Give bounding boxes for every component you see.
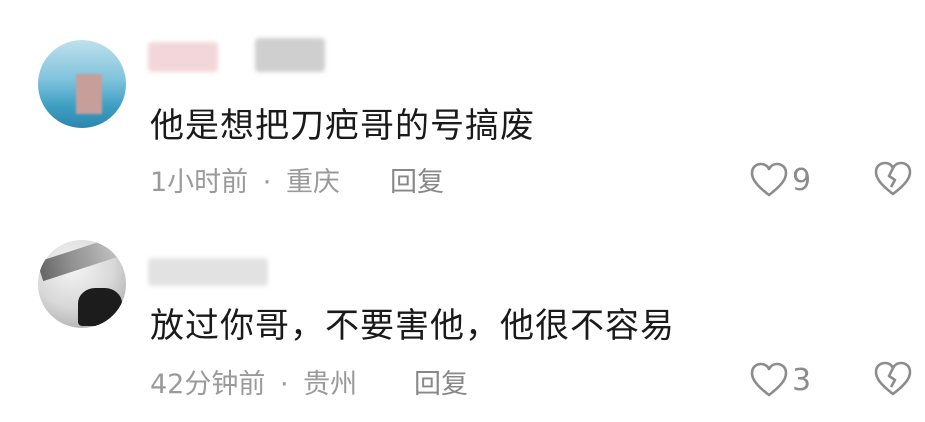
dislike-button[interactable]	[874, 360, 912, 398]
meta-separator: ·	[262, 167, 272, 198]
comment-text: 放过你哥，不要害他，他很不容易	[150, 306, 675, 346]
meta-separator: ·	[279, 369, 289, 400]
comment-item: 他是想把刀疤哥的号搞废 1小时前 · 重庆 回复 9	[0, 0, 925, 210]
heart-outline-icon	[750, 162, 788, 197]
username-redacted[interactable]	[255, 38, 325, 72]
comment-location: 重庆	[285, 167, 340, 198]
like-count: 3	[792, 362, 812, 398]
comment-text: 他是想把刀疤哥的号搞废	[150, 106, 535, 146]
avatar[interactable]	[38, 40, 126, 128]
comment-location: 贵州	[303, 369, 358, 400]
avatar[interactable]	[38, 240, 126, 328]
like-button[interactable]: 9	[750, 160, 811, 200]
avatar-blur	[76, 74, 102, 114]
username-redacted[interactable]	[148, 258, 268, 286]
like-count: 9	[792, 162, 812, 198]
username-redacted[interactable]	[148, 42, 218, 72]
comment-time: 42分钟前	[150, 369, 266, 400]
reply-button[interactable]: 回复	[390, 160, 444, 199]
dislike-button[interactable]	[874, 160, 912, 198]
broken-heart-icon	[874, 161, 912, 196]
avatar-detail	[78, 288, 122, 326]
like-button[interactable]: 3	[750, 360, 811, 400]
comment-meta: 1小时前 · 重庆	[150, 160, 340, 199]
comment-time: 1小时前	[150, 167, 249, 198]
heart-outline-icon	[750, 362, 788, 397]
broken-heart-icon	[874, 361, 912, 396]
comment-item: 放过你哥，不要害他，他很不容易 42分钟前 · 贵州 回复 3	[0, 210, 925, 422]
reply-button[interactable]: 回复	[414, 362, 468, 401]
comment-meta: 42分钟前 · 贵州	[150, 362, 357, 401]
avatar-detail	[38, 240, 126, 282]
